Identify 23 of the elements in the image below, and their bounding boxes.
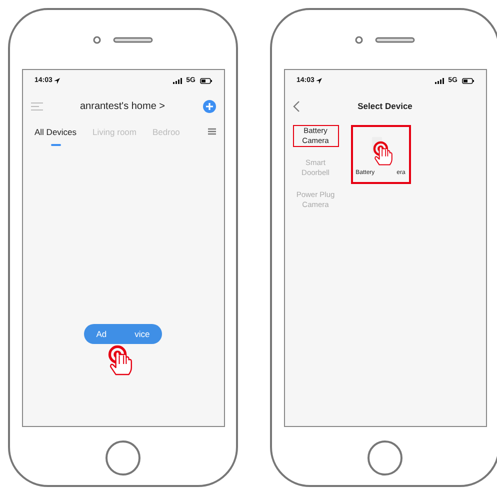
speaker-icon: [113, 37, 153, 43]
tap-hand-icon: [372, 140, 394, 168]
tap-hand-icon: [108, 345, 134, 378]
battery-icon: [200, 78, 212, 84]
add-device-button[interactable]: Ad vice: [84, 324, 162, 344]
home-button-icon[interactable]: [367, 440, 403, 476]
list-icon[interactable]: [208, 128, 216, 134]
room-tab[interactable]: All Devices: [34, 126, 77, 146]
screen-title: Select Device: [358, 100, 412, 113]
location-icon: [316, 78, 322, 84]
camera-dot-icon: [355, 36, 363, 44]
add-icon[interactable]: [202, 100, 216, 112]
home-title[interactable]: anrantest's home >: [80, 98, 166, 114]
home-button-icon[interactable]: [105, 440, 141, 476]
signal-icon: [435, 78, 444, 84]
camera-dot-icon: [93, 36, 101, 44]
room-tab[interactable]: Bedroo: [152, 126, 180, 146]
battery-icon: [462, 78, 474, 84]
back-icon[interactable]: [292, 101, 300, 112]
speaker-icon: [375, 37, 415, 43]
location-icon: [54, 78, 60, 84]
signal-icon: [173, 78, 182, 84]
room-tab[interactable]: Living room: [92, 126, 136, 146]
